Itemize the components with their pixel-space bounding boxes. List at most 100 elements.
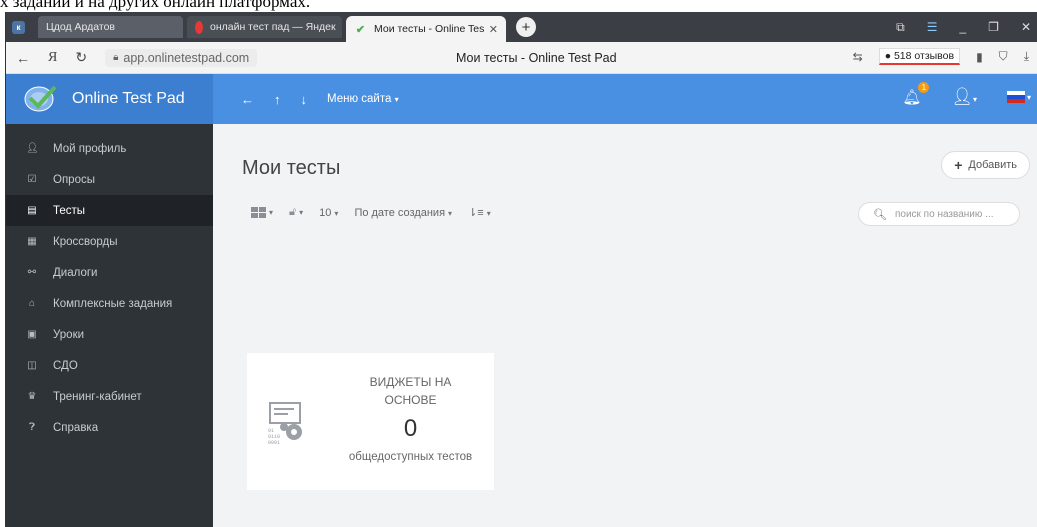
protect-icon[interactable]: ⛉ bbox=[999, 49, 1008, 64]
test-icon: ▤ bbox=[27, 205, 37, 216]
sidebar-item-label: СДО bbox=[53, 359, 78, 372]
sidebar-item-lessons[interactable]: ▣ Уроки bbox=[6, 319, 213, 350]
back-icon[interactable]: ← bbox=[16, 50, 30, 66]
chevron-down-icon: ▾ bbox=[486, 209, 491, 218]
tab-label: онлайн тест пад — Яндек bbox=[210, 21, 336, 33]
brand[interactable]: Online Test Pad bbox=[6, 74, 213, 124]
close-tab-icon[interactable]: ✕ bbox=[489, 23, 498, 36]
screenshot: х заданий и на других онлайн платформах.… bbox=[0, 0, 1037, 527]
url-field[interactable]: 🔒︎ app.onlinetestpad.com bbox=[105, 48, 258, 67]
otp-logo-icon: ✔ bbox=[355, 23, 366, 36]
sidebar-item-profile[interactable]: 👤︎ Мой профиль bbox=[6, 133, 213, 164]
search-input[interactable]: 🔍︎ поиск по названию ... bbox=[858, 202, 1020, 226]
sidebar: 👤︎ Мой профиль ☑ Опросы ▤ Тесты ▦ Кроссворды… bbox=[6, 124, 213, 527]
sidebar-item-complex-tasks[interactable]: ⌂ Комплексные задания bbox=[6, 288, 213, 319]
sidebar-item-label: Диалоги bbox=[53, 266, 98, 279]
translate-icon[interactable]: ⇆ bbox=[853, 50, 863, 64]
tab-tsdod-ardatov[interactable]: Цдод Ардатов bbox=[38, 16, 183, 38]
bookmark-panel-icon[interactable]: ⧉ bbox=[896, 20, 905, 35]
chevron-down-icon: ▾ bbox=[1026, 92, 1031, 102]
scroll-down-icon[interactable]: ↓ bbox=[301, 92, 308, 107]
reviews-badge[interactable]: ● 518 отзывов bbox=[878, 48, 961, 65]
language-flag[interactable]: ▾ bbox=[1006, 91, 1031, 103]
view-mode-dropdown[interactable]: ▾ bbox=[251, 207, 273, 218]
sidebar-item-tests[interactable]: ▤ Тесты bbox=[6, 195, 213, 226]
sort-direction-dropdown[interactable]: ⇂≡ ▾ bbox=[468, 206, 491, 219]
main-content: Мои тесты + Добавить ▾ 🔓︎ ▾ 10 ▾ По дате с… bbox=[213, 124, 1037, 527]
address-actions: ⇆ ● 518 отзывов ▮ ⛉ ⤓ bbox=[853, 48, 1029, 65]
reload-icon[interactable]: ↻ bbox=[75, 49, 87, 66]
page-title-text: Мои тесты - Online Test Pad bbox=[456, 51, 617, 65]
chevron-down-icon: ▾ bbox=[448, 208, 453, 218]
sidebar-item-training[interactable]: ♛ Тренинг-кабинет bbox=[6, 381, 213, 412]
back-arrow-icon[interactable]: ← bbox=[241, 92, 254, 107]
tab-label: Мои тесты - Online Tes bbox=[374, 23, 485, 35]
tab-my-tests[interactable]: ✔ Мои тесты - Online Tes ✕ bbox=[346, 16, 506, 42]
sidebar-item-lms[interactable]: ◫ СДО bbox=[6, 350, 213, 381]
search-icon: 🔍︎ bbox=[873, 208, 887, 221]
tab-bar: к Цдод Ардатов онлайн тест пад — Яндек ✔… bbox=[6, 12, 1037, 42]
grid-view-icon bbox=[251, 207, 266, 218]
chevron-down-icon: ▾ bbox=[269, 208, 274, 217]
browser-window: к Цдод Ардатов онлайн тест пад — Яндек ✔… bbox=[5, 12, 1037, 527]
close-window-icon[interactable]: ✕ bbox=[1021, 20, 1031, 34]
widget-card-subtitle: общедоступных тестов bbox=[348, 451, 473, 463]
sidebar-item-help[interactable]: ❓︎ Справка bbox=[6, 412, 213, 443]
sidebar-item-crosswords[interactable]: ▦ Кроссворды bbox=[6, 226, 213, 257]
plus-icon: + bbox=[954, 157, 963, 173]
page-title: Мои тесты bbox=[242, 157, 341, 179]
yandex-icon bbox=[195, 20, 203, 34]
add-button[interactable]: + Добавить bbox=[941, 151, 1030, 179]
brand-name: Online Test Pad bbox=[72, 90, 185, 107]
svg-text:0001: 0001 bbox=[268, 440, 280, 445]
chevron-down-icon: ▾ bbox=[972, 95, 977, 104]
notification-bell-icon[interactable]: 🔔︎ 1 bbox=[902, 82, 930, 106]
site-menu-dropdown[interactable]: Меню сайта ▾ bbox=[327, 93, 399, 105]
sort-label: По дате создания bbox=[354, 206, 446, 219]
bookmark-icon[interactable]: ▮ bbox=[976, 50, 983, 64]
otp-logo-icon bbox=[24, 85, 57, 112]
sidebar-item-label: Тренинг-кабинет bbox=[53, 390, 142, 403]
app-header: Online Test Pad ← ↑ ↓ Меню сайта ▾ 🔔︎ 1 👤… bbox=[6, 74, 1037, 124]
vk-icon: к bbox=[12, 20, 25, 34]
download-icon[interactable]: ⤓ bbox=[1024, 49, 1029, 64]
page-size-value: 10 bbox=[319, 206, 332, 219]
sidebar-item-dialogs[interactable]: ⚯ Диалоги bbox=[6, 257, 213, 288]
lock-icon: 🔒︎ bbox=[113, 52, 119, 63]
sidebar-item-label: Мой профиль bbox=[53, 142, 127, 155]
vk-tab[interactable]: к bbox=[6, 16, 28, 38]
user-avatar-icon[interactable]: 👤︎▾ bbox=[951, 87, 977, 107]
user-icon: 👤︎ bbox=[26, 143, 39, 154]
header-nav: ← ↑ ↓ Меню сайта ▾ bbox=[241, 92, 399, 107]
notification-badge: 1 bbox=[918, 82, 930, 93]
unlock-icon: 🔓︎ bbox=[289, 206, 297, 218]
document-caption: х заданий и на других онлайн платформах. bbox=[0, 0, 311, 11]
access-filter-dropdown[interactable]: 🔓︎ ▾ bbox=[289, 206, 303, 219]
url-text: app.onlinetestpad.com bbox=[123, 50, 250, 65]
sidebar-item-label: Комплексные задания bbox=[53, 297, 173, 310]
crossword-icon: ▦ bbox=[27, 236, 37, 247]
lesson-icon: ▣ bbox=[27, 329, 37, 340]
yandex-home-icon[interactable]: Я bbox=[48, 50, 57, 66]
scroll-up-icon[interactable]: ↑ bbox=[274, 92, 281, 107]
header-right: 🔔︎ 1 👤︎▾ ▾ bbox=[902, 82, 1031, 107]
minimize-icon[interactable]: _ bbox=[959, 20, 966, 34]
restore-icon[interactable]: ❐ bbox=[988, 20, 999, 34]
help-icon: ❓︎ bbox=[28, 422, 35, 433]
sidebar-item-label: Тесты bbox=[53, 204, 86, 217]
widget-count: 0 bbox=[403, 415, 418, 442]
new-tab-button[interactable]: + bbox=[516, 17, 536, 37]
window-controls: ⧉ ☰ _ ❐ ✕ bbox=[896, 12, 1037, 42]
sort-dropdown[interactable]: По дате создания ▾ bbox=[354, 207, 452, 219]
widgets-card[interactable]: 01 0110 0001 ВИДЖЕТЫ НА ОСНОВЕ 0 общедос… bbox=[247, 353, 494, 490]
tab-yandex-search[interactable]: онлайн тест пад — Яндек bbox=[187, 16, 342, 38]
chevron-down-icon: ▾ bbox=[299, 208, 304, 217]
page-size-dropdown[interactable]: 10 ▾ bbox=[319, 207, 338, 219]
menu-icon[interactable]: ☰ bbox=[927, 20, 938, 34]
widget-card-body: ВИДЖЕТЫ НА ОСНОВЕ 0 общедоступных тестов bbox=[327, 353, 494, 490]
chevron-down-icon: ▾ bbox=[394, 95, 399, 104]
list-toolbar: ▾ 🔓︎ ▾ 10 ▾ По дате создания ▾ ⇂≡ ▾ bbox=[251, 206, 491, 219]
sidebar-item-surveys[interactable]: ☑ Опросы bbox=[6, 164, 213, 195]
complex-task-icon: ⌂ bbox=[28, 298, 36, 309]
chevron-down-icon: ▾ bbox=[334, 208, 339, 218]
